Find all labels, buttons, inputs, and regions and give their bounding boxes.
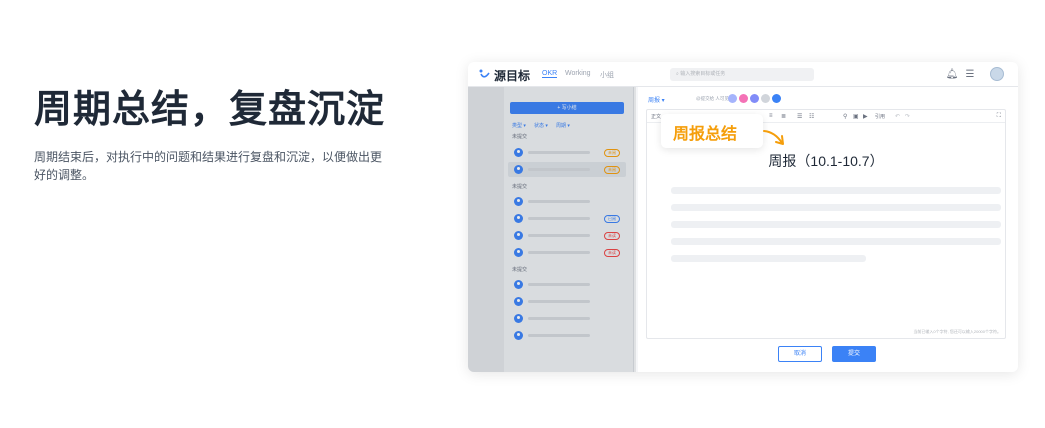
top-bar: 源目标 OKR Working 小组 ⌕ 输入搜索目标或任务 🔔︎ ☰ <box>468 62 1018 87</box>
logo-text: 源目标 <box>494 69 531 83</box>
more-members-icon[interactable] <box>761 94 770 103</box>
dim-overlay <box>468 87 636 372</box>
callout-arrow-icon <box>763 130 784 145</box>
bell-icon[interactable]: 🔔︎ <box>946 68 959 80</box>
search-placeholder: 输入搜索目标或任务 <box>680 71 726 77</box>
share-hint: @提交给 人可见 <box>696 96 729 101</box>
nav-tab-working[interactable]: Working <box>565 70 591 77</box>
text-placeholder-line <box>671 255 866 262</box>
nav-tab-okr[interactable]: OKR <box>542 70 558 78</box>
align-left-icon[interactable]: ≡ <box>769 113 773 119</box>
link-icon[interactable]: ⚲ <box>843 113 847 120</box>
hero-title: 周期总结，复盘沉淀 <box>34 87 386 131</box>
character-counter: 当前已输入0个字符, 您还可以输入20000个字符。 <box>913 329 1001 334</box>
weekly-summary-callout: 周报总结 <box>661 114 763 148</box>
avatar[interactable] <box>990 67 1004 81</box>
nav-tab-group[interactable]: 小组 <box>600 70 614 80</box>
app-screenshot: 源目标 OKR Working 小组 ⌕ 输入搜索目标或任务 🔔︎ ☰ + 写小… <box>468 62 1018 372</box>
image-icon[interactable]: ▣ <box>853 113 859 120</box>
quote-button[interactable]: 引用 <box>875 113 885 120</box>
cancel-button[interactable]: 取消 <box>778 346 822 362</box>
redo-icon[interactable]: ↷ <box>905 113 910 120</box>
text-placeholder-line <box>671 238 1001 245</box>
search-input[interactable]: ⌕ 输入搜索目标或任务 <box>670 68 814 81</box>
text-placeholder-line <box>671 204 1001 211</box>
text-placeholder-line <box>671 187 1001 194</box>
video-icon[interactable]: ▶ <box>863 113 868 120</box>
member-avatar <box>750 94 759 103</box>
report-type-select[interactable]: 周报 ▾ <box>648 95 665 104</box>
paragraph-style-select[interactable]: 正文 <box>651 113 661 120</box>
submit-button[interactable]: 提交 <box>832 346 876 362</box>
add-member-icon[interactable] <box>772 94 781 103</box>
logo-icon <box>479 69 490 78</box>
member-avatar <box>728 94 737 103</box>
hero-description: 周期结束后，对执行中的问题和结果进行复盘和沉淀，以便做出更好的调整。 <box>34 150 383 182</box>
ordered-list-icon[interactable]: ☷ <box>809 113 814 120</box>
member-avatar <box>739 94 748 103</box>
document-title: 周报（10.1-10.7） <box>768 153 884 169</box>
list-icon[interactable]: ☰ <box>797 113 802 120</box>
tasks-icon[interactable]: ☰ <box>964 68 976 80</box>
undo-icon[interactable]: ↶ <box>895 113 900 120</box>
callout-label: 周报总结 <box>673 124 738 143</box>
text-placeholder-line <box>671 221 1001 228</box>
align-center-icon[interactable]: ≣ <box>781 113 786 120</box>
fullscreen-icon[interactable]: ⛶ <box>997 113 1001 120</box>
